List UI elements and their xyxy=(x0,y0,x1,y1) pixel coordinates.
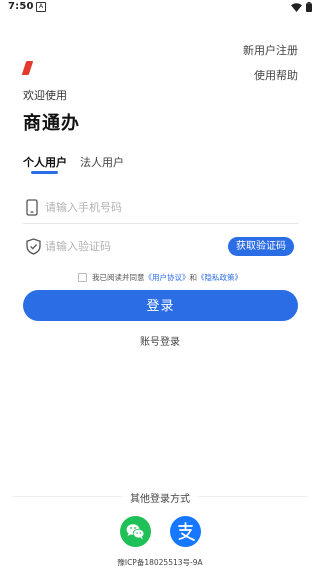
app-name: 商通办 xyxy=(23,113,80,134)
phone-input[interactable] xyxy=(45,197,225,217)
login-button[interactable]: 登录 xyxy=(23,290,298,321)
tab-active-indicator xyxy=(31,171,58,174)
wechat-login-button[interactable] xyxy=(120,516,151,547)
agreement-checkbox[interactable] xyxy=(78,273,87,282)
wechat-icon xyxy=(126,524,145,540)
tab-legal-user[interactable]: 法人用户 xyxy=(80,154,124,170)
phone-field-row xyxy=(23,193,298,224)
wifi-icon xyxy=(291,2,302,12)
status-bar: 7:50 A xyxy=(0,0,320,14)
welcome-text: 欢迎使用 xyxy=(23,89,67,102)
battery-icon xyxy=(306,2,312,12)
help-link[interactable]: 使用帮助 xyxy=(254,67,298,83)
phone-icon xyxy=(26,199,38,220)
agreement-row: 我已阅读并同意 《用户协议》 和 《隐私政策》 xyxy=(78,272,242,283)
register-link[interactable]: 新用户注册 xyxy=(243,42,298,58)
status-icons xyxy=(291,2,312,12)
code-field-row: 获取验证码 xyxy=(23,232,298,262)
agreement-prefix: 我已阅读并同意 xyxy=(92,273,145,282)
get-code-button[interactable]: 获取验证码 xyxy=(228,237,294,256)
tab-personal-user[interactable]: 个人用户 xyxy=(23,154,67,170)
other-login-title: 其他登录方式 xyxy=(0,490,320,505)
status-time: 7:50 xyxy=(8,1,34,12)
shield-check-icon xyxy=(26,238,41,259)
other-login-title-text: 其他登录方式 xyxy=(122,494,198,505)
privacy-policy-link[interactable]: 《隐私政策》 xyxy=(197,272,242,283)
user-agreement-link[interactable]: 《用户协议》 xyxy=(145,272,190,283)
alipay-login-button[interactable] xyxy=(170,516,201,547)
account-login-link[interactable]: 账号登录 xyxy=(0,333,320,348)
app-logo xyxy=(21,61,34,75)
code-input[interactable] xyxy=(45,236,225,256)
notification-icon: A xyxy=(36,2,46,12)
alipay-icon xyxy=(178,522,195,541)
agreement-and: 和 xyxy=(189,273,198,282)
icp-record: 豫ICP备18025513号-9A xyxy=(117,558,203,567)
